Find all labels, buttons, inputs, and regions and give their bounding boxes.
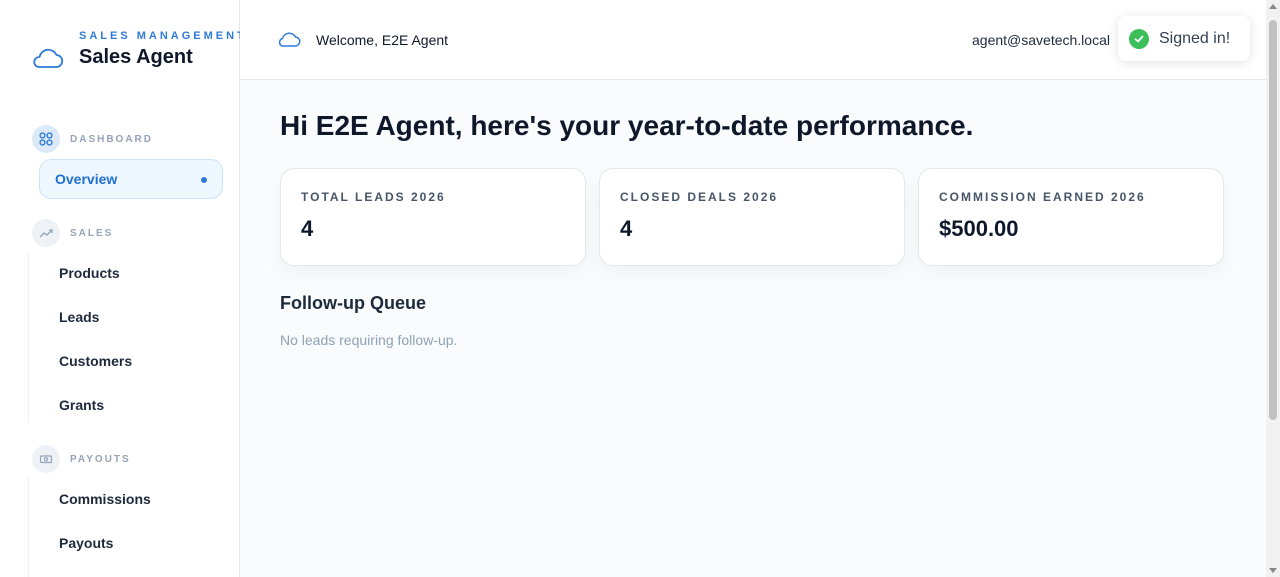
brand-title: Sales Agent xyxy=(79,46,193,68)
section-dashboard: DASHBOARD xyxy=(32,125,153,153)
scrollbar[interactable] xyxy=(1266,0,1280,577)
sidebar-item-leads[interactable]: Leads xyxy=(59,309,99,325)
sidebar-item-overview[interactable]: Overview xyxy=(39,159,223,199)
sidebar-item-payouts[interactable]: Payouts xyxy=(59,535,113,551)
stat-card-closed-deals: CLOSED DEALS 2026 4 xyxy=(599,168,905,266)
stat-card-commission-earned: COMMISSION EARNED 2026 $500.00 xyxy=(918,168,1224,266)
brand-subtitle: SALES MANAGEMENT xyxy=(79,30,247,42)
section-label: DASHBOARD xyxy=(70,133,153,145)
scroll-up-icon[interactable] xyxy=(1269,4,1277,9)
scroll-down-icon[interactable] xyxy=(1269,568,1277,573)
main-content: Welcome, E2E Agent agent@savetech.local … xyxy=(240,0,1280,577)
active-dot-icon xyxy=(201,177,207,183)
section-label: PAYOUTS xyxy=(70,453,131,465)
section-label: SALES xyxy=(70,227,114,239)
section-payouts: PAYOUTS xyxy=(32,445,131,473)
stat-value: 4 xyxy=(620,216,633,241)
stat-value: 4 xyxy=(301,216,314,241)
page-title: Hi E2E Agent, here's your year-to-date p… xyxy=(280,110,974,141)
trend-icon xyxy=(32,219,60,247)
user-email[interactable]: agent@savetech.local xyxy=(972,32,1110,48)
section-sales: SALES xyxy=(32,219,113,247)
sidebar-item-grants[interactable]: Grants xyxy=(59,397,104,413)
sidebar-item-commissions[interactable]: Commissions xyxy=(59,491,151,507)
app-root: SALES MANAGEMENT Sales Agent DASHBOARD O… xyxy=(0,0,1280,577)
signed-in-toast[interactable]: Signed in! xyxy=(1118,16,1250,61)
nav-divider xyxy=(28,252,29,422)
cloud-icon xyxy=(33,48,64,68)
cloud-icon xyxy=(278,32,301,47)
stat-card-total-leads: TOTAL LEADS 2026 4 xyxy=(280,168,586,266)
check-circle-icon xyxy=(1129,28,1149,49)
stat-label: COMMISSION EARNED 2026 xyxy=(939,190,1146,204)
welcome-text: Welcome, E2E Agent xyxy=(316,32,449,48)
cash-icon xyxy=(32,445,60,473)
stat-value: $500.00 xyxy=(939,216,1019,241)
grid-icon xyxy=(32,125,60,153)
sidebar: SALES MANAGEMENT Sales Agent DASHBOARD O… xyxy=(0,0,244,577)
stat-label: CLOSED DEALS 2026 xyxy=(620,190,779,204)
sidebar-item-products[interactable]: Products xyxy=(59,265,120,281)
sidebar-item-customers[interactable]: Customers xyxy=(59,353,132,369)
nav-divider xyxy=(28,478,29,577)
stat-label: TOTAL LEADS 2026 xyxy=(301,190,446,204)
scroll-thumb[interactable] xyxy=(1269,20,1277,420)
brand-text: SALES MANAGEMENT Sales Agent xyxy=(79,28,259,69)
toast-message: Signed in! xyxy=(1159,29,1231,47)
sidebar-item-label: Overview xyxy=(55,171,118,187)
followup-title: Follow-up Queue xyxy=(280,293,426,313)
followup-empty-text: No leads requiring follow-up. xyxy=(280,332,458,348)
